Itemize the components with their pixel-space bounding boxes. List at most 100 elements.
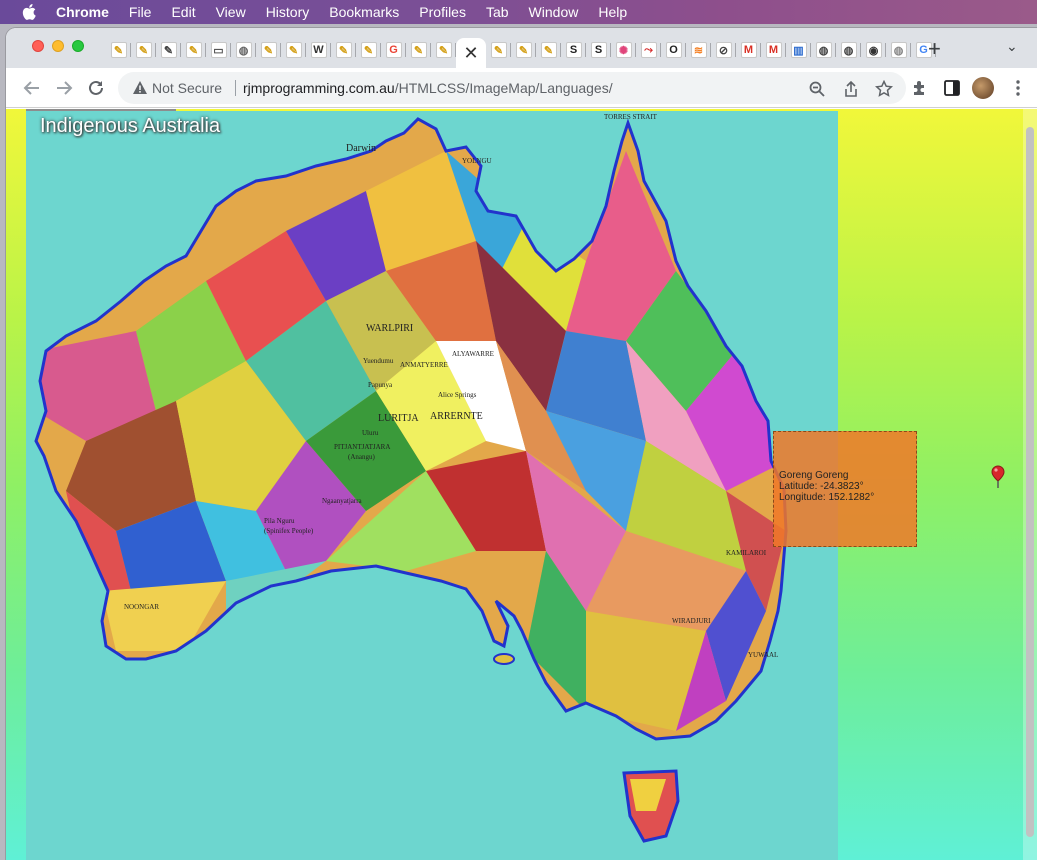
url-path: /HTMLCSS/ImageMap/Languages/ [394,80,613,96]
tab-item[interactable]: ✎ [156,38,181,62]
pen-icon: ✎ [435,42,452,58]
forward-button[interactable] [52,76,76,100]
menu-history[interactable]: History [266,4,310,20]
pen-icon: ✎ [540,42,557,58]
o-app-icon: O [665,42,682,58]
tab-item[interactable]: ▥ [786,38,811,62]
s-app-icon: S [565,42,582,58]
pen-icon: ✎ [110,42,127,58]
back-button[interactable] [20,76,44,100]
tab-item[interactable]: ⤳ [636,38,661,62]
reload-button[interactable] [84,76,108,100]
fullscreen-window-button[interactable] [72,40,84,52]
tab-item[interactable]: M [736,38,761,62]
tab-item[interactable]: ◍ [886,38,911,62]
tab-item[interactable]: ✎ [431,38,456,62]
pen-icon: ✎ [410,42,427,58]
minimize-window-button[interactable] [52,40,64,52]
stack-icon: ≋ [690,42,707,58]
menu-bookmarks[interactable]: Bookmarks [329,4,399,20]
tab-item[interactable]: ≋ [686,38,711,62]
vertical-scrollbar[interactable] [1023,109,1037,860]
tab-item[interactable]: O [661,38,686,62]
warning-icon[interactable] [132,80,148,101]
extensions-puzzle-icon[interactable] [910,78,930,98]
zoom-icon[interactable] [808,80,826,98]
map-pin-icon[interactable] [991,465,1005,489]
profile-avatar[interactable] [972,77,994,99]
page-viewport: Indigenous Australia TORRES STRAIT YOLNG… [6,109,1037,860]
pen-icon: ✎ [360,42,377,58]
s-app-icon: S [590,42,607,58]
tab-item[interactable]: ◍ [836,38,861,62]
tab-item[interactable]: ✎ [331,38,356,62]
tab-item[interactable]: S [586,38,611,62]
tab-item[interactable]: G [381,38,406,62]
tab-item[interactable]: ✎ [486,38,511,62]
label-noongar: NOONGAR [124,603,159,611]
kebab-menu-icon[interactable] [1008,78,1028,98]
tab-item[interactable]: ✺ [611,38,636,62]
scrollbar-thumb[interactable] [1026,127,1034,837]
label-wiradjuri: WIRADJURI [672,617,711,625]
arrow-app-icon: ⤳ [640,42,657,58]
side-panel-icon[interactable] [942,78,962,98]
tab-item[interactable]: W [306,38,331,62]
pen-icon: ✎ [260,42,277,58]
url-host: rjmprogramming.com.au [243,80,395,96]
tab-item[interactable]: ✎ [281,38,306,62]
tab-item[interactable]: ✎ [131,38,156,62]
tab-search-button[interactable]: ⌄ [1006,38,1018,55]
apple-icon[interactable] [20,3,38,21]
label-alice-springs: Alice Springs [438,391,477,399]
menu-file[interactable]: File [129,4,152,20]
label-luritja: LURITJA [378,413,419,424]
menu-view[interactable]: View [216,4,246,20]
close-window-button[interactable] [32,40,44,52]
reload-icon [89,80,103,95]
menu-profiles[interactable]: Profiles [419,4,466,20]
tab-item[interactable]: ✎ [511,38,536,62]
tab-item[interactable]: ✎ [406,38,431,62]
menu-help[interactable]: Help [598,4,627,20]
tab-list: ✎ ✎ ✎ ✎ ▭ ◍ ✎ ✎ W ✎ ✎ G ✎ ✎ ✕ ✎ ✎ ✎ S S ✺ ⤳ O ≋ ⊘ M M ▥ ◍ ◍ ◉ ◍ G [106,38,936,68]
tab-item[interactable]: ◍ [811,38,836,62]
tab-item[interactable]: ✎ [256,38,281,62]
pen-icon: ✎ [515,42,532,58]
menu-tab[interactable]: Tab [486,4,509,20]
tab-item[interactable]: ◉ [861,38,886,62]
address-bar[interactable]: Not Secure rjmprogramming.com.au/HTMLCSS… [118,72,906,104]
tab-item[interactable]: ◍ [231,38,256,62]
forward-arrow-icon [57,81,73,95]
tab-item[interactable]: ⊘ [711,38,736,62]
url-text[interactable]: rjmprogramming.com.au/HTMLCSS/ImageMap/L… [243,80,613,96]
image-map[interactable]: Indigenous Australia TORRES STRAIT YOLNG… [26,111,838,860]
menu-window[interactable]: Window [529,4,579,20]
label-yuwaal: YUWAAL [748,651,779,659]
tab-item[interactable]: M [761,38,786,62]
tab-item[interactable]: S [561,38,586,62]
gmail-icon: M [765,42,782,58]
github-icon: ◉ [865,42,882,58]
tab-item[interactable]: ✎ [536,38,561,62]
new-tab-button[interactable]: + [928,36,941,62]
active-tab-close-button[interactable]: ✕ [456,38,486,68]
tab-item[interactable]: ✎ [106,38,131,62]
australia-map[interactable] [26,111,838,860]
tab-item[interactable]: ✎ [181,38,206,62]
menu-chrome[interactable]: Chrome [56,4,109,20]
label-spinifex: (Spinifex People) [264,527,314,535]
back-arrow-icon [23,81,39,95]
pen-icon: ✎ [490,42,507,58]
globe-icon: ◍ [235,42,252,58]
google-icon: G [385,42,402,58]
tab-item[interactable]: ▭ [206,38,231,62]
bookmark-star-icon[interactable] [875,80,893,98]
security-label[interactable]: Not Secure [152,80,222,96]
globe-icon: ◍ [840,42,857,58]
label-ngaanyatjarra: Ngaanyatjarra [322,497,362,505]
tab-item[interactable]: ✎ [356,38,381,62]
menu-edit[interactable]: Edit [171,4,195,20]
location-tooltip: Goreng Goreng Latitude: -24.3823° Longit… [773,431,917,547]
share-icon[interactable] [842,80,860,98]
